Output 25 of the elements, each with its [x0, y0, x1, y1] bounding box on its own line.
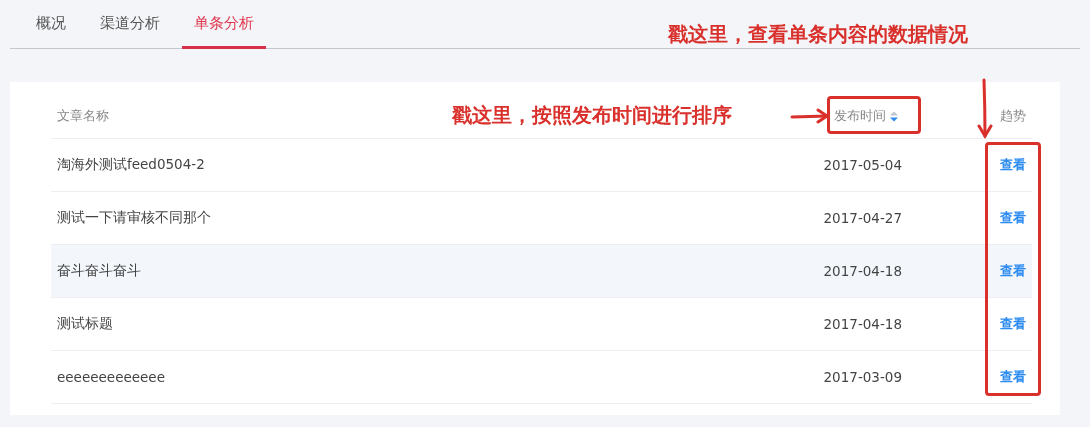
view-link[interactable]: 查看: [1000, 157, 1026, 172]
table-cell-text: 奋斗奋斗奋斗: [56, 262, 141, 280]
tab[interactable]: 渠道分析: [88, 0, 172, 49]
table-cell-text: 2017-04-18: [822, 263, 902, 279]
sort-header[interactable]: 发布时间: [830, 107, 902, 125]
tab[interactable]: 单条分析: [182, 0, 266, 49]
column-header: 趋势: [999, 107, 1027, 125]
table-cell-text: 2017-05-04: [822, 157, 902, 173]
column-header: 文章名称: [56, 107, 109, 125]
table-cell-text: 2017-04-27: [822, 210, 902, 226]
view-link[interactable]: 查看: [1000, 263, 1026, 278]
table-cell-text: 淘海外测试feed0504-2: [56, 156, 205, 174]
tab[interactable]: 概况: [26, 0, 78, 49]
annotation-text: 戳这里，按照发布时间进行排序: [452, 102, 732, 129]
view-link[interactable]: 查看: [1000, 210, 1026, 225]
table-cell-text: eeeeeeeeeeeee: [56, 369, 165, 385]
arrow-icon: [790, 108, 830, 124]
arrow-icon: [977, 78, 993, 140]
table-cell-text: 2017-04-18: [822, 316, 902, 332]
view-link[interactable]: 查看: [1000, 316, 1026, 331]
annotation-text: 戳这里，查看单条内容的数据情况: [668, 21, 968, 48]
view-link[interactable]: 查看: [1000, 369, 1026, 384]
table-cell-text: 测试标题: [56, 315, 113, 333]
table-cell-text: 2017-03-09: [822, 369, 902, 385]
table-cell-text: 测试一下请审核不同那个: [56, 209, 211, 227]
